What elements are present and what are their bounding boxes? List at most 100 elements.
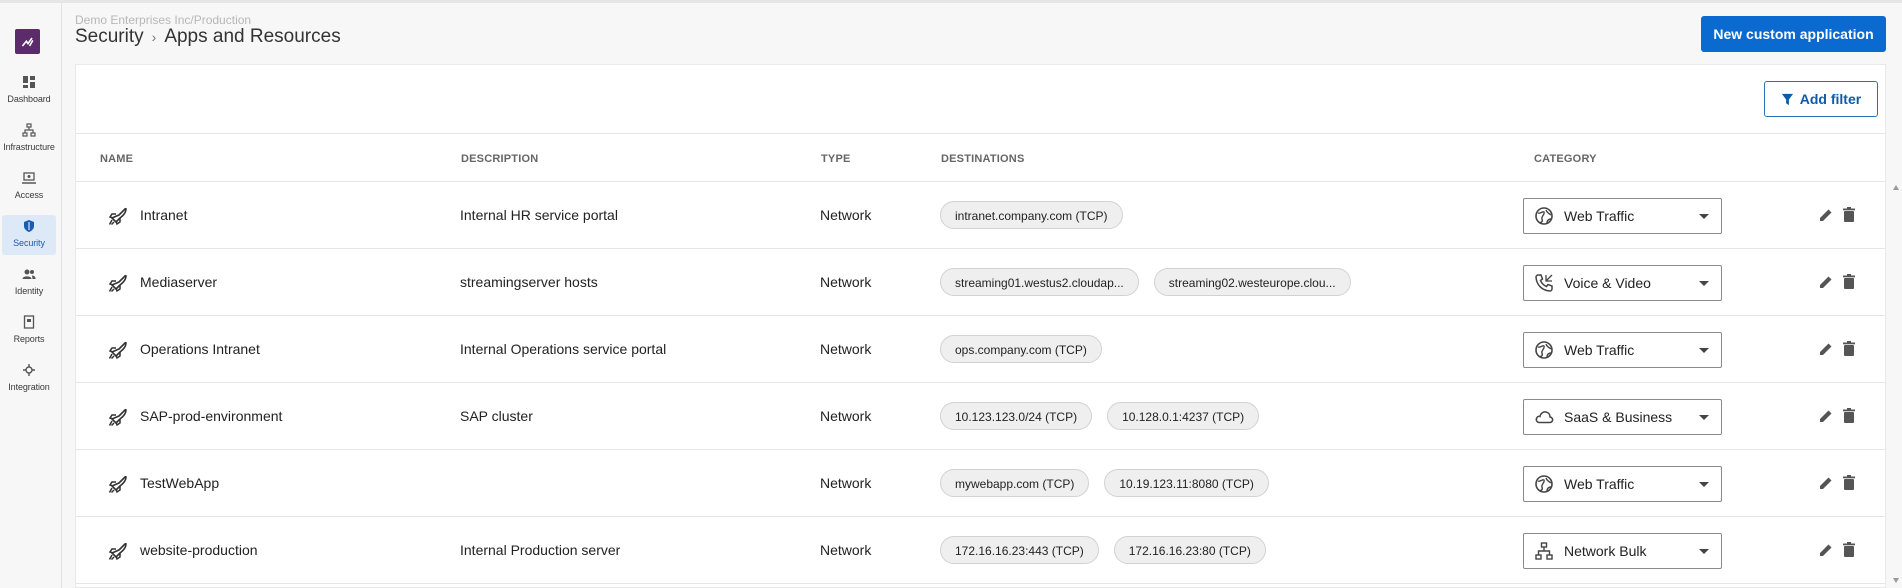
rocket-icon [108,207,127,226]
destination-chip: 10.123.123.0/24 (TCP) [940,402,1093,430]
destination-chip: 10.128.0.1:4237 (TCP) [1107,402,1260,430]
delete-icon[interactable] [1840,541,1858,559]
organization-name: Demo Enterprises Inc/Production [75,13,252,27]
edit-icon[interactable] [1817,340,1835,358]
apps-table-card: Add filter NAME DESCRIPTION TYPE DESTINA… [75,64,1886,588]
edit-icon[interactable] [1817,474,1835,492]
breadcrumb: Security › Apps and Resources [75,26,341,48]
phone-icon [1534,273,1554,293]
destination-chip: mywebapp.com (TCP) [940,469,1090,497]
sidebar-item-reports[interactable]: Reports [2,311,56,351]
destination-chip: ops.company.com (TCP) [940,335,1102,363]
app-name[interactable]: TestWebApp [140,450,219,516]
infrastructure-icon [22,123,36,137]
chevron-down-icon [1699,348,1709,353]
chevron-down-icon [1699,482,1709,487]
column-header-name[interactable]: NAME [100,153,133,165]
filter-icon [1781,93,1793,105]
scroll-up-arrow[interactable] [1893,185,1899,190]
app-name[interactable]: Intranet [140,182,187,248]
category-select[interactable]: SaaS & Business [1523,399,1722,435]
reports-icon [23,315,35,329]
edit-icon[interactable] [1817,541,1835,559]
rocket-icon [108,408,127,427]
sidebar-item-integration[interactable]: Integration [2,359,56,399]
category-value: Web Traffic [1564,476,1635,492]
delete-icon[interactable] [1840,340,1858,358]
app-type: Network [820,542,872,558]
sidebar-item-label: Security [13,238,45,248]
column-header-type[interactable]: TYPE [821,153,851,165]
edit-icon[interactable] [1817,206,1835,224]
network-icon [1534,541,1554,561]
sidebar-item-label: Integration [8,382,50,392]
destinations-list: ops.company.com (TCP) [940,316,1117,382]
app-name[interactable]: website-production [140,517,258,583]
table-row[interactable]: Intranet Internal HR service portal Netw… [76,182,1885,249]
access-icon [22,172,36,184]
shield-icon [24,220,34,232]
sidebar-item-label: Access [14,190,44,200]
rocket-icon [108,542,127,561]
app-name[interactable]: Mediaserver [140,249,217,315]
column-header-destinations[interactable]: DESTINATIONS [941,153,1024,165]
app-name[interactable]: SAP-prod-environment [140,383,282,449]
destinations-list: streaming01.westus2.cloudap... streaming0… [940,249,1366,315]
app-description: Internal HR service portal [460,207,618,223]
sidebar-item-access[interactable]: Access [2,167,56,207]
category-select[interactable]: Web Traffic [1523,332,1722,368]
sidebar-item-label: Dashboard [7,94,51,104]
globe-icon [1534,474,1554,494]
table-row[interactable]: TestWebApp Network mywebapp.com (TCP) 10.… [76,450,1885,517]
delete-icon[interactable] [1840,407,1858,425]
breadcrumb-separator: › [151,29,157,45]
wandera-logo[interactable] [15,29,40,54]
globe-icon [1534,340,1554,360]
destination-chip: 10.19.123.11:8080 (TCP) [1104,469,1269,497]
chevron-down-icon [1699,415,1709,420]
delete-icon[interactable] [1840,206,1858,224]
edit-icon[interactable] [1817,273,1835,291]
sidebar-item-label: Identity [14,286,44,296]
category-select[interactable]: Network Bulk [1523,533,1722,569]
table-row[interactable]: Mediaserver streamingserver hosts Networ… [76,249,1885,316]
page-title: Apps and Resources [164,26,341,47]
sidebar-item-identity[interactable]: Identity [2,263,56,303]
new-custom-application-button[interactable]: New custom application [1701,16,1886,52]
destinations-list: mywebapp.com (TCP) 10.19.123.11:8080 (TCP… [940,450,1284,516]
chevron-down-icon [1699,281,1709,286]
add-filter-button[interactable]: Add filter [1764,81,1878,117]
rocket-icon [108,475,127,494]
edit-icon[interactable] [1817,407,1835,425]
category-select[interactable]: Voice & Video [1523,265,1722,301]
table-row[interactable]: website-production Internal Production s… [76,517,1885,584]
sidebar-item-dashboard[interactable]: Dashboard [2,71,56,111]
app-type: Network [820,207,872,223]
category-value: Network Bulk [1564,543,1647,559]
sidebar-item-label: Reports [13,334,45,344]
category-select[interactable]: Web Traffic [1523,466,1722,502]
sidebar-item-infrastructure[interactable]: Infrastructure [2,119,56,159]
table-row[interactable]: SAP-prod-environment SAP cluster Network… [76,383,1885,450]
category-value: Voice & Video [1564,275,1651,291]
table-row[interactable]: Operations Intranet Internal Operations … [76,316,1885,383]
app-description: Internal Operations service portal [460,341,667,357]
delete-icon[interactable] [1840,474,1858,492]
category-select[interactable]: Web Traffic [1523,198,1722,234]
delete-icon[interactable] [1840,273,1858,291]
top-border [0,0,1902,3]
column-header-description[interactable]: DESCRIPTION [461,153,538,165]
breadcrumb-security[interactable]: Security [75,26,144,48]
column-header-category[interactable]: CATEGORY [1534,153,1597,165]
chevron-down-icon [1699,214,1709,219]
rocket-icon [108,274,127,293]
destination-chip: streaming02.westeurope.clou... [1153,268,1351,296]
app-name[interactable]: Operations Intranet [140,316,260,382]
app-type: Network [820,274,872,290]
sidebar-item-security[interactable]: Security [2,215,56,255]
destination-chip: streaming01.westus2.cloudap... [940,268,1139,296]
destinations-list: 10.123.123.0/24 (TCP) 10.128.0.1:4237 (TC… [940,383,1274,449]
scroll-down-arrow[interactable] [1893,578,1899,583]
rocket-icon [108,341,127,360]
table-header: NAME DESCRIPTION TYPE DESTINATIONS CATEG… [76,133,1885,182]
